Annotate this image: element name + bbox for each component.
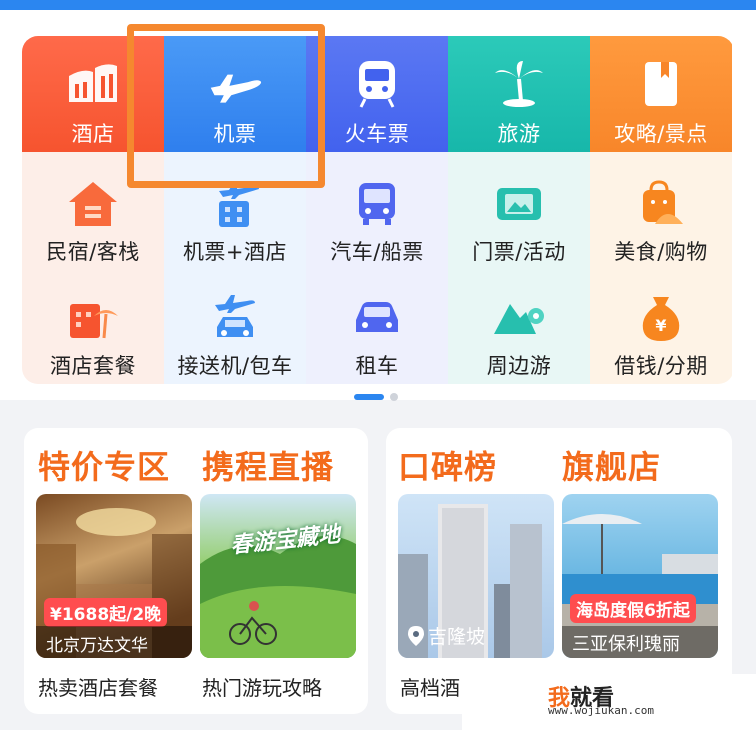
highlight-box-flight	[127, 24, 325, 188]
price-badge: ¥1688起/2晚	[44, 598, 168, 627]
palm-tree-icon	[491, 56, 547, 112]
svg-text:¥: ¥	[655, 316, 666, 335]
bus-icon	[349, 176, 405, 232]
ticket-icon	[491, 176, 547, 232]
train-icon	[349, 56, 405, 112]
location-pin-icon	[408, 625, 424, 646]
grid-label-airport-transfer: 接送机/包车	[177, 354, 293, 378]
special-offers-title[interactable]: 特价专区	[38, 442, 170, 488]
grid-label-tickets: 门票/活动	[472, 240, 566, 264]
location-label: 吉隆坡	[408, 622, 485, 649]
grid-label-train: 火车票	[344, 122, 410, 146]
car-rental-icon	[349, 290, 405, 346]
grid-item-tickets[interactable]: 门票/活动	[448, 154, 590, 268]
grid-label-hotel: 酒店	[71, 122, 115, 146]
top-status-bar	[0, 0, 756, 10]
food-shopping-icon	[633, 176, 689, 232]
grid-item-travel[interactable]: 旅游	[448, 36, 590, 152]
grid-label-food-shopping: 美食/购物	[614, 240, 708, 264]
column-guide: 攻略/景点 美食/购物 ¥ 借钱/分期	[590, 36, 732, 384]
ranking-card[interactable]: 吉隆坡	[398, 494, 554, 658]
grid-item-airport-transfer[interactable]: 接送机/包车	[164, 270, 306, 384]
grid-label-flight-hotel: 机票+酒店	[182, 240, 288, 264]
page-dot[interactable]	[390, 393, 398, 401]
live-stream-title[interactable]: 携程直播	[202, 442, 334, 488]
page-dot-active[interactable]	[354, 394, 384, 400]
grid-label-guide: 攻略/景点	[614, 122, 708, 146]
grid-label-hotel-package: 酒店套餐	[50, 354, 136, 378]
hotel-name-label: 北京万达文华	[36, 626, 192, 658]
grid-item-bus-ferry[interactable]: 汽车/船票	[306, 154, 448, 268]
column-travel: 旅游 门票/活动 周边游	[448, 36, 590, 384]
grid-label-car-rental: 租车	[355, 354, 399, 378]
flagship-store-title[interactable]: 旗舰店	[562, 442, 661, 488]
hotel-package-icon	[65, 290, 121, 346]
hotel-building-icon	[65, 56, 121, 112]
money-bag-icon: ¥	[633, 290, 689, 346]
flagship-store-card[interactable]: 海岛度假6折起 三亚保利瑰丽	[562, 494, 718, 658]
grid-item-nearby[interactable]: 周边游	[448, 270, 590, 384]
ranking-caption[interactable]: 高档酒	[400, 672, 460, 701]
guidebook-icon	[633, 56, 689, 112]
airport-car-icon	[207, 290, 263, 346]
grid-item-train[interactable]: 火车票	[306, 36, 448, 152]
hotel-deal-card[interactable]: ¥1688起/2晚 北京万达文华	[36, 494, 192, 658]
hotel-deal-caption[interactable]: 热卖酒店套餐	[38, 672, 158, 701]
grid-item-hotel-package[interactable]: 酒店套餐	[22, 270, 164, 384]
watermark-url: www.wojiukan.com	[548, 704, 654, 717]
grid-label-travel: 旅游	[497, 122, 541, 146]
map-pin-icon	[491, 290, 547, 346]
resort-name-label: 三亚保利瑰丽	[562, 626, 718, 658]
grid-label-bus-ferry: 汽车/船票	[330, 240, 424, 264]
promo-badge: 海岛度假6折起	[570, 594, 696, 623]
grid-label-nearby: 周边游	[486, 354, 552, 378]
house-icon	[65, 176, 121, 232]
grid-item-loan[interactable]: ¥ 借钱/分期	[590, 270, 732, 384]
grid-item-food-shopping[interactable]: 美食/购物	[590, 154, 732, 268]
grid-item-car-rental[interactable]: 租车	[306, 270, 448, 384]
location-text: 吉隆坡	[428, 626, 486, 648]
grid-item-guide[interactable]: 攻略/景点	[590, 36, 732, 152]
pagination-dots[interactable]	[354, 393, 398, 401]
live-stream-card[interactable]: 春游宝藏地	[200, 494, 356, 658]
promo-panel-right: 口碑榜 旗舰店 吉隆坡 高档酒 海岛度假6折起 三亚保利瑰丽	[386, 428, 732, 714]
grid-label-homestay: 民宿/客栈	[46, 240, 140, 264]
live-stream-caption[interactable]: 热门游玩攻略	[202, 672, 322, 701]
grid-label-loan: 借钱/分期	[614, 354, 708, 378]
column-train: 火车票 汽车/船票 租车	[306, 36, 448, 384]
promo-panel-left: 特价专区 携程直播 ¥1688起/2晚 北京万达文华 热卖酒店套餐 春游宝藏地 …	[24, 428, 368, 714]
ranking-title[interactable]: 口碑榜	[398, 442, 497, 488]
